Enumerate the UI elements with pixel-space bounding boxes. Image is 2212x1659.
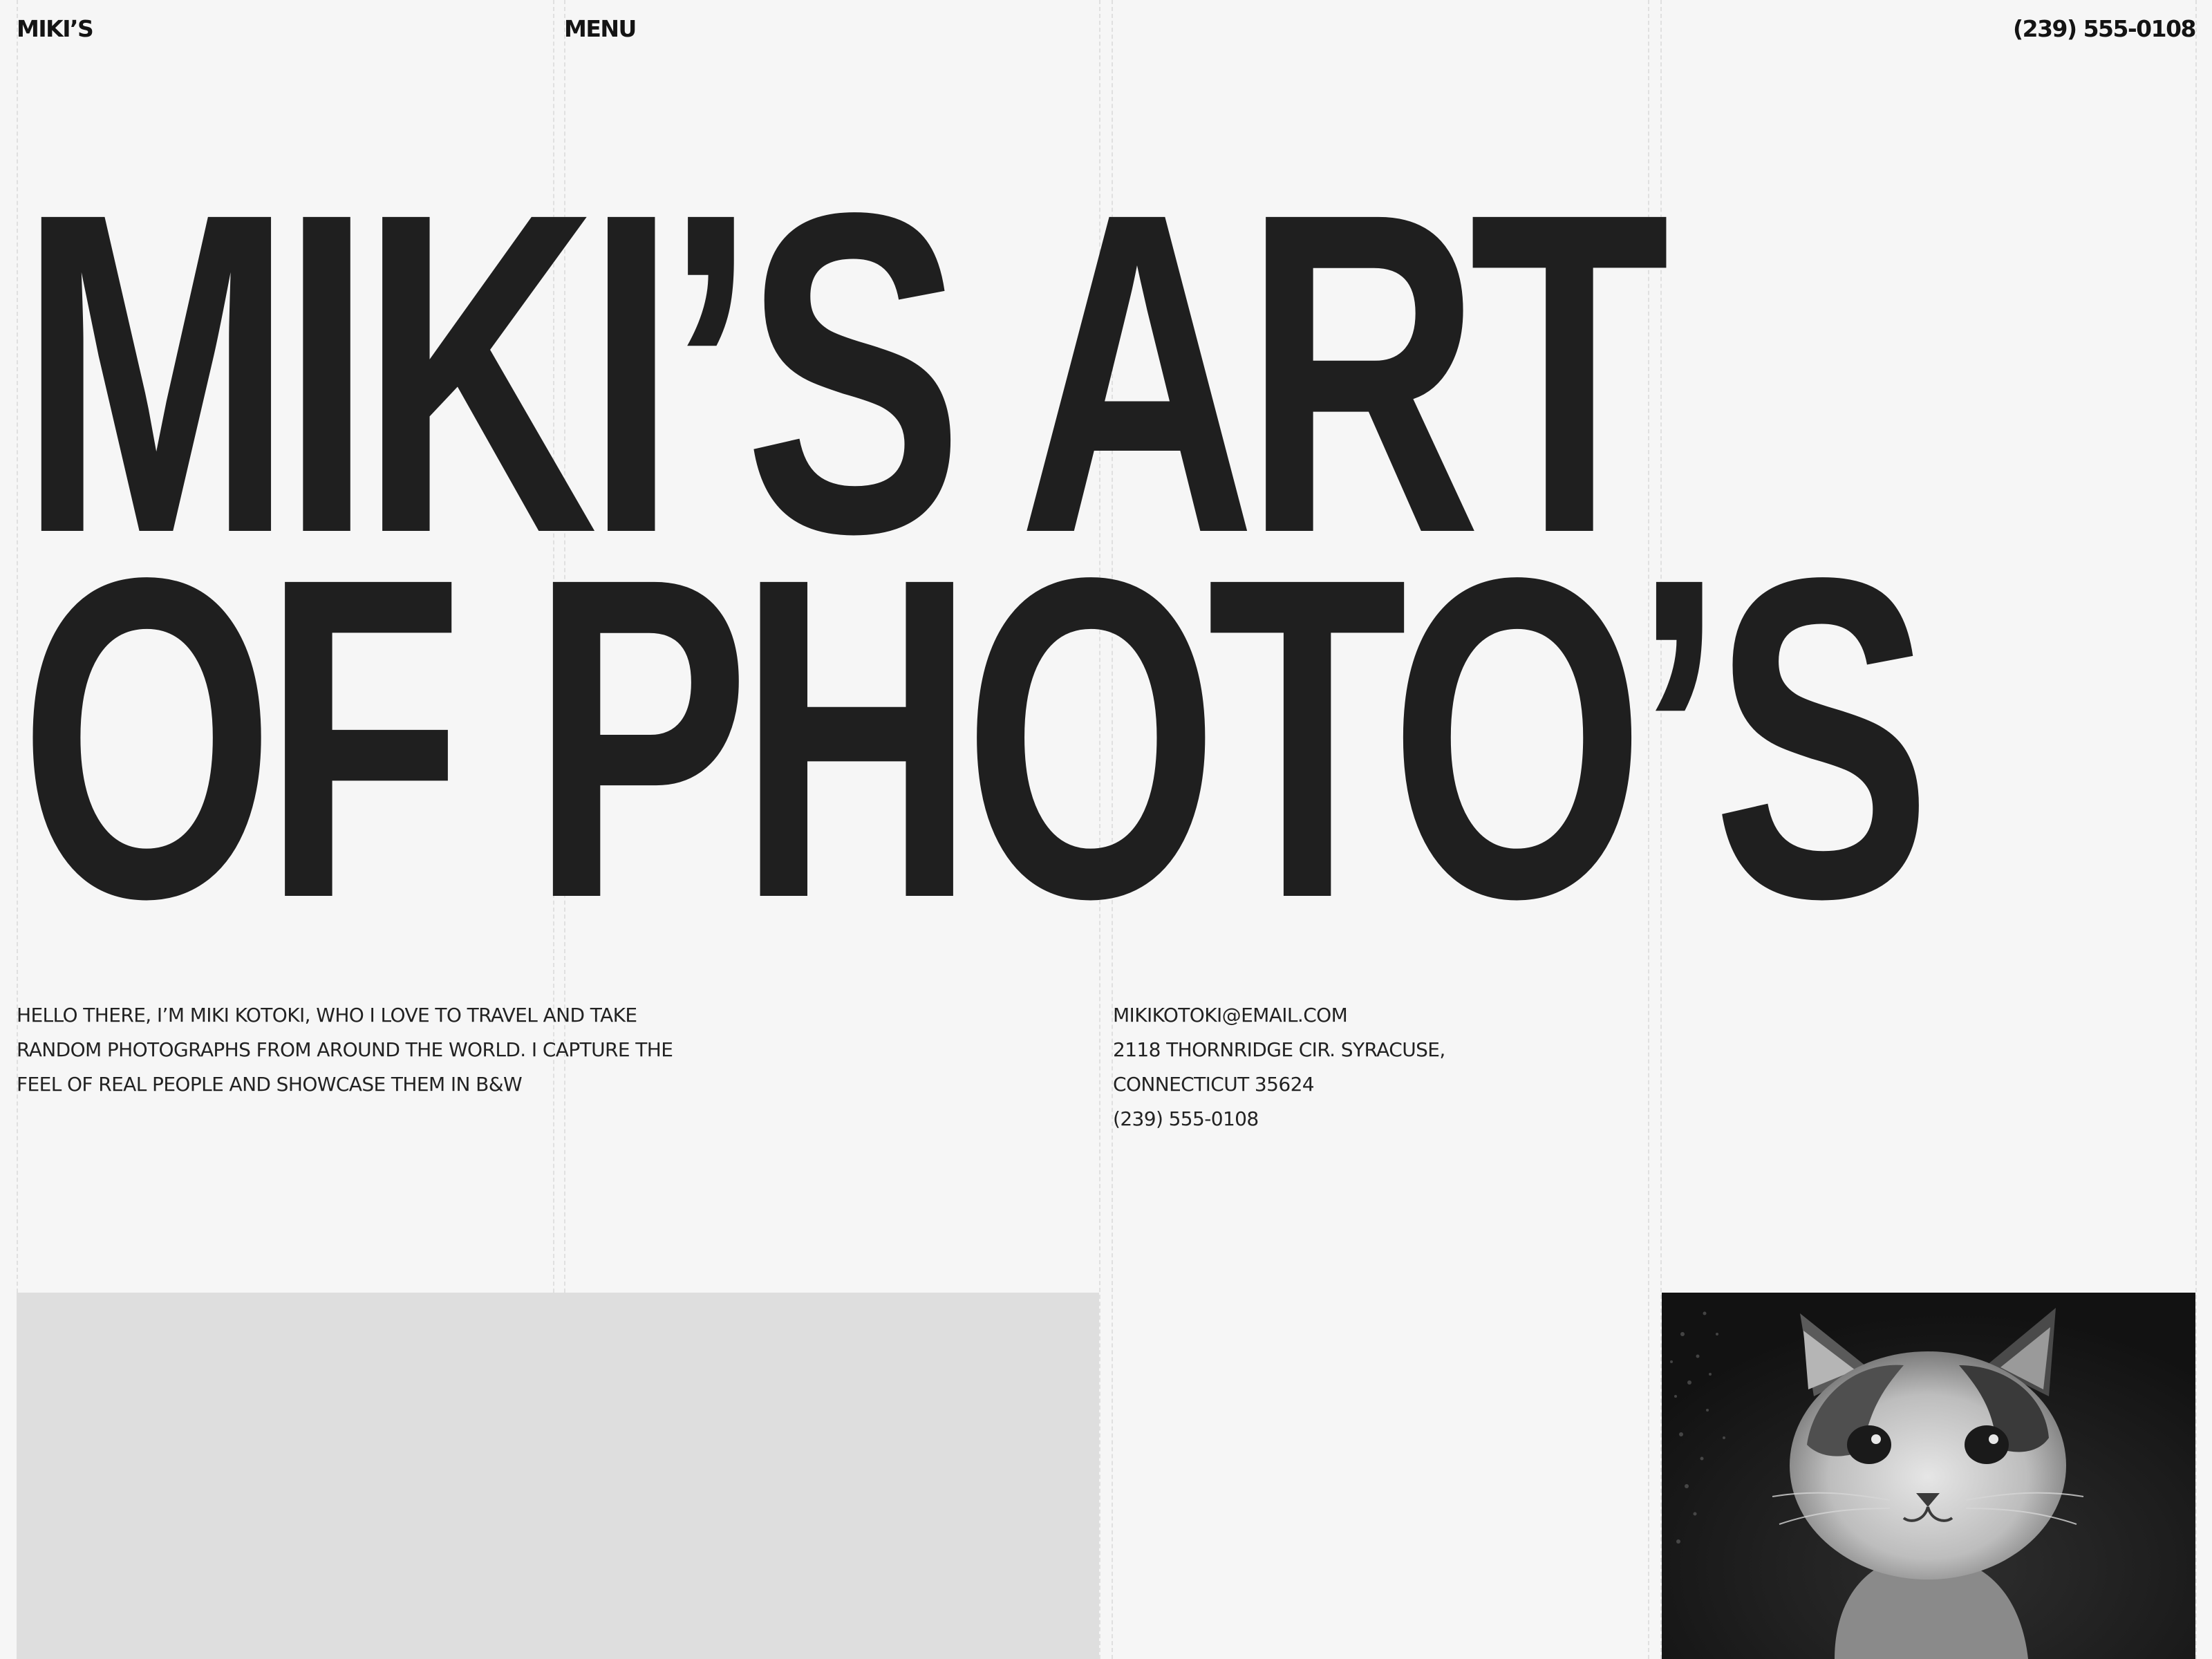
header-phone-link[interactable]: (239) 555-0108: [2013, 15, 2196, 42]
column-guide-8: [2195, 0, 2197, 1659]
menu-button[interactable]: MENU: [564, 15, 637, 42]
contact-address-line-1: 2118 THORNRIDGE CIR. SYRACUSE,: [1113, 1038, 1445, 1061]
contact-phone-link[interactable]: (239) 555-0108: [1113, 1102, 1541, 1136]
kitten-photo[interactable]: [1662, 1293, 2195, 1659]
contact-email-link[interactable]: MIKIKOTOKI@EMAIL.COM: [1113, 998, 1541, 1033]
hero-title-line-2: OF PHOTO’S: [19, 483, 1931, 993]
kitten-illustration: [1662, 1293, 2195, 1659]
contact-address-line-2: CONNECTICUT 35624: [1113, 1073, 1315, 1096]
image-placeholder[interactable]: [17, 1293, 1099, 1659]
brand-logo-link[interactable]: MIKI’S: [17, 15, 94, 42]
intro-paragraph: HELLO THERE, I’M MIKI KOTOKI, WHO I LOVE…: [17, 1004, 673, 1096]
contact-block: MIKIKOTOKI@EMAIL.COM 2118 THORNRIDGE CIR…: [1113, 998, 1541, 1136]
